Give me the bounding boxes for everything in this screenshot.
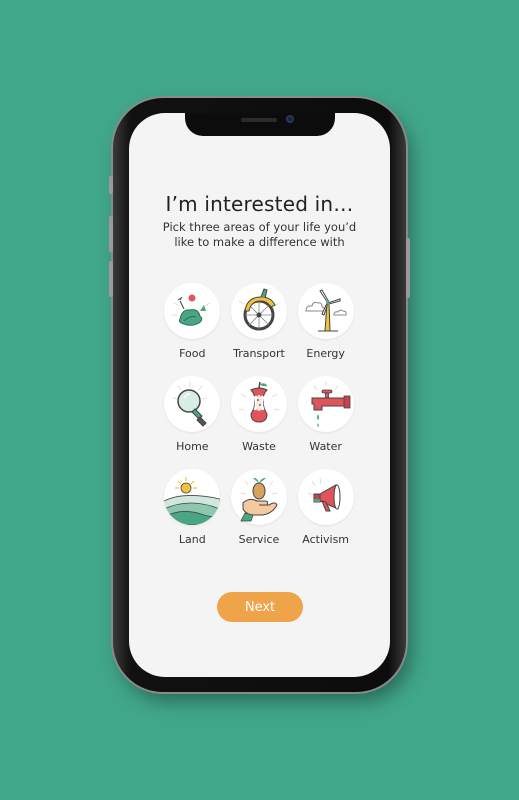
interest-waste[interactable]: Waste [226,376,293,453]
bicycle-wheel-icon [238,288,280,331]
interest-waste-circle[interactable] [230,376,287,432]
interest-home-circle[interactable] [164,376,221,432]
water-tap-icon [311,382,351,427]
next-button[interactable]: Next [217,592,303,622]
wind-turbine-icon [305,289,347,332]
interest-food-label: Food [179,347,206,360]
mute-switch [109,176,113,194]
apple-core-icon [238,381,280,423]
interest-transport-label: Transport [233,347,285,360]
power-button [406,238,410,298]
front-camera [285,115,294,123]
page-title: I’m interested in… [165,192,354,216]
interest-grid: Food Transport Energy Home Waste Water L… [159,283,359,546]
interest-food-circle[interactable] [164,283,221,339]
interest-land-circle[interactable] [164,469,221,525]
interest-energy[interactable]: Energy [292,283,359,360]
page-subtitle: Pick three areas of your life you’d like… [162,220,357,249]
phone-frame: I’m interested in… Pick three areas of y… [109,98,410,692]
interest-energy-circle[interactable] [297,283,354,339]
volume-down-button [109,261,113,297]
interest-water[interactable]: Water [292,376,359,453]
interest-home-label: Home [176,440,209,453]
interest-waste-label: Waste [242,440,276,453]
notch [184,113,335,136]
speaker [240,118,277,122]
light-bulb-icon [173,382,208,427]
interest-food[interactable]: Food [159,283,226,360]
interest-activism[interactable]: Activism [292,469,359,546]
interest-transport[interactable]: Transport [226,283,293,360]
hand-holding-seed-icon [240,477,278,522]
phone-screen: I’m interested in… Pick three areas of y… [129,113,390,677]
interest-service-circle[interactable] [230,469,287,525]
interest-water-label: Water [309,440,342,453]
interest-energy-label: Energy [306,347,345,360]
interest-transport-circle[interactable] [230,283,287,339]
volume-up-button [109,216,113,252]
interest-land[interactable]: Land [159,469,226,546]
interest-home[interactable]: Home [159,376,226,453]
interest-activism-circle[interactable] [297,469,354,525]
interest-activism-label: Activism [302,533,350,546]
interest-water-circle[interactable] [297,376,354,432]
vegetables-icon [172,294,211,326]
interest-service[interactable]: Service [226,469,293,546]
megaphone-icon [307,477,341,512]
hills-sun-icon [164,477,221,525]
interest-service-label: Service [238,533,280,546]
interest-land-label: Land [178,533,206,546]
